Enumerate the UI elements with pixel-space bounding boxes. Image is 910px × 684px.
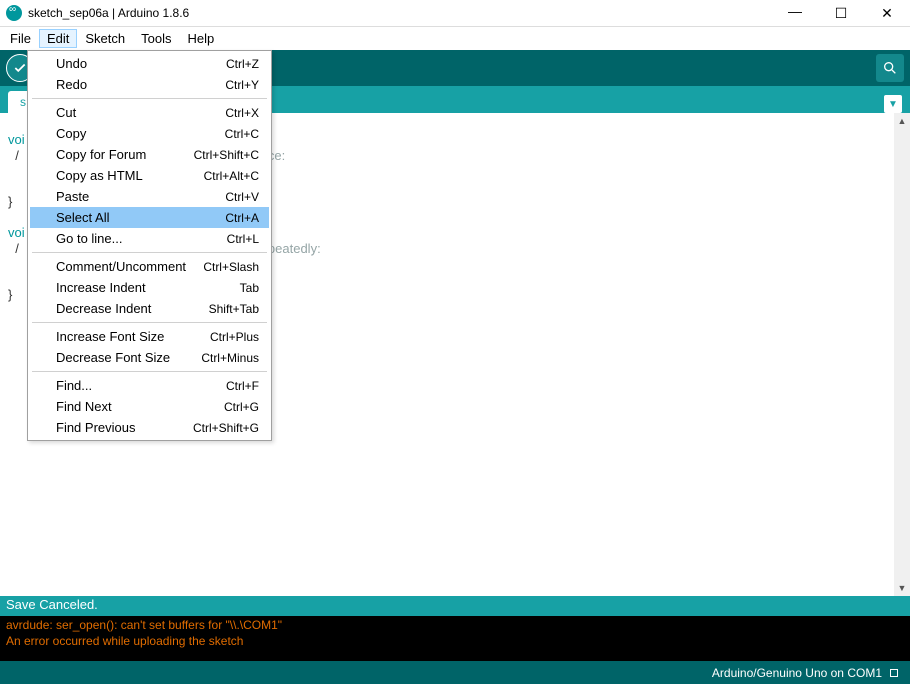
menu-item-shortcut: Tab	[240, 281, 259, 295]
menu-item-shortcut: Ctrl+F	[226, 379, 259, 393]
menu-item-shortcut: Ctrl+Y	[225, 78, 259, 92]
menu-item-label: Copy for Forum	[56, 147, 194, 162]
menu-item-label: Find...	[56, 378, 226, 393]
menu-item-go-to-line[interactable]: Go to line...Ctrl+L	[30, 228, 269, 249]
menu-tools[interactable]: Tools	[133, 29, 179, 48]
arduino-icon	[6, 5, 22, 21]
menu-edit[interactable]: Edit	[39, 29, 77, 48]
menu-item-shortcut: Ctrl+C	[225, 127, 259, 141]
menu-item-increase-font-size[interactable]: Increase Font SizeCtrl+Plus	[30, 326, 269, 347]
minimize-button[interactable]	[772, 0, 818, 27]
menu-separator	[32, 371, 267, 372]
menu-item-shortcut: Ctrl+L	[227, 232, 259, 246]
menu-item-label: Copy as HTML	[56, 168, 204, 183]
menu-item-shortcut: Ctrl+Plus	[210, 330, 259, 344]
menu-item-increase-indent[interactable]: Increase IndentTab	[30, 277, 269, 298]
menu-separator	[32, 322, 267, 323]
menu-item-shortcut: Shift+Tab	[209, 302, 259, 316]
menu-item-copy-as-html[interactable]: Copy as HTMLCtrl+Alt+C	[30, 165, 269, 186]
code-text: /	[8, 148, 19, 163]
status-bar: Save Canceled.	[0, 596, 910, 616]
menu-item-label: Decrease Indent	[56, 301, 209, 316]
menu-item-label: Comment/Uncomment	[56, 259, 203, 274]
menu-item-copy-for-forum[interactable]: Copy for ForumCtrl+Shift+C	[30, 144, 269, 165]
menu-item-label: Increase Font Size	[56, 329, 210, 344]
code-text: }	[8, 287, 12, 302]
menu-file[interactable]: File	[2, 29, 39, 48]
magnifier-icon	[882, 60, 898, 76]
scroll-up-icon[interactable]: ▲	[894, 113, 910, 129]
menu-item-label: Find Previous	[56, 420, 193, 435]
menu-item-label: Paste	[56, 189, 225, 204]
menu-item-shortcut: Ctrl+Slash	[203, 260, 259, 274]
menu-item-undo[interactable]: UndoCtrl+Z	[30, 53, 269, 74]
titlebar: sketch_sep06a | Arduino 1.8.6	[0, 0, 910, 27]
console-line: An error occurred while uploading the sk…	[6, 634, 243, 648]
menu-item-shortcut: Ctrl+Z	[226, 57, 259, 71]
menu-item-label: Select All	[56, 210, 225, 225]
close-button[interactable]	[864, 0, 910, 27]
menu-item-label: Copy	[56, 126, 225, 141]
menubar: File Edit Sketch Tools Help	[0, 27, 910, 50]
code-text: voi	[8, 132, 25, 147]
menu-item-find[interactable]: Find...Ctrl+F	[30, 375, 269, 396]
menu-item-shortcut: Ctrl+G	[224, 400, 259, 414]
menu-item-copy[interactable]: CopyCtrl+C	[30, 123, 269, 144]
output-console[interactable]: avrdude: ser_open(): can't set buffers f…	[0, 616, 910, 661]
menu-separator	[32, 98, 267, 99]
menu-item-decrease-font-size[interactable]: Decrease Font SizeCtrl+Minus	[30, 347, 269, 368]
menu-item-find-next[interactable]: Find NextCtrl+G	[30, 396, 269, 417]
code-text: voi	[8, 225, 25, 240]
menu-item-cut[interactable]: CutCtrl+X	[30, 102, 269, 123]
scroll-down-icon[interactable]: ▼	[894, 580, 910, 596]
menu-item-shortcut: Ctrl+Shift+G	[193, 421, 259, 435]
code-text: }	[8, 194, 12, 209]
status-message: Save Canceled.	[6, 597, 98, 612]
menu-item-label: Decrease Font Size	[56, 350, 201, 365]
menu-item-find-previous[interactable]: Find PreviousCtrl+Shift+G	[30, 417, 269, 438]
menu-item-shortcut: Ctrl+Minus	[201, 351, 259, 365]
menu-item-label: Increase Indent	[56, 280, 240, 295]
menu-item-shortcut: Ctrl+X	[225, 106, 259, 120]
check-icon	[13, 61, 27, 75]
line-ending-indicator	[890, 669, 898, 677]
menu-separator	[32, 252, 267, 253]
edit-menu-dropdown: UndoCtrl+ZRedoCtrl+YCutCtrl+XCopyCtrl+CC…	[27, 50, 272, 441]
code-text: /	[8, 241, 19, 256]
menu-item-label: Cut	[56, 105, 225, 120]
menu-item-decrease-indent[interactable]: Decrease IndentShift+Tab	[30, 298, 269, 319]
menu-item-label: Undo	[56, 56, 226, 71]
console-line: avrdude: ser_open(): can't set buffers f…	[6, 618, 282, 632]
menu-item-shortcut: Ctrl+Shift+C	[194, 148, 259, 162]
menu-item-label: Find Next	[56, 399, 224, 414]
menu-item-label: Go to line...	[56, 231, 227, 246]
menu-item-select-all[interactable]: Select AllCtrl+A	[30, 207, 269, 228]
menu-help[interactable]: Help	[179, 29, 222, 48]
serial-monitor-button[interactable]	[876, 54, 904, 82]
footer: Arduino/Genuino Uno on COM1	[0, 661, 910, 684]
tab-menu-button[interactable]: ▼	[884, 95, 902, 113]
window-title: sketch_sep06a | Arduino 1.8.6	[28, 6, 772, 20]
menu-item-comment-uncomment[interactable]: Comment/UncommentCtrl+Slash	[30, 256, 269, 277]
menu-item-redo[interactable]: RedoCtrl+Y	[30, 74, 269, 95]
menu-item-paste[interactable]: PasteCtrl+V	[30, 186, 269, 207]
menu-item-label: Redo	[56, 77, 225, 92]
editor-scrollbar[interactable]: ▲ ▼	[894, 113, 910, 596]
menu-item-shortcut: Ctrl+Alt+C	[204, 169, 259, 183]
menu-item-shortcut: Ctrl+V	[225, 190, 259, 204]
menu-sketch[interactable]: Sketch	[77, 29, 133, 48]
maximize-button[interactable]	[818, 0, 864, 27]
menu-item-shortcut: Ctrl+A	[225, 211, 259, 225]
